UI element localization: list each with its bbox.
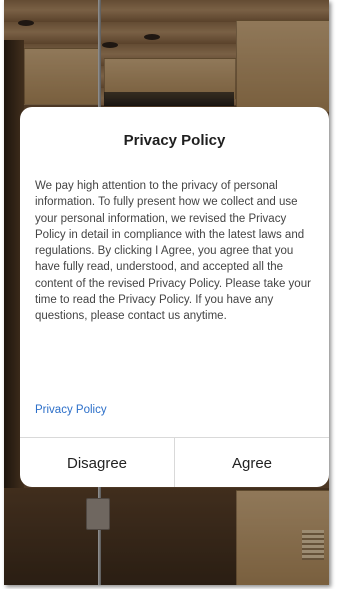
dialog-title: Privacy Policy	[123, 132, 226, 149]
agree-button[interactable]: Agree	[174, 438, 329, 487]
dialog-body-text: We pay high attention to the privacy of …	[35, 180, 311, 323]
privacy-policy-link[interactable]: Privacy Policy	[35, 404, 107, 416]
dialog-actions: Disagree Agree	[20, 437, 329, 487]
disagree-button[interactable]: Disagree	[20, 438, 174, 487]
privacy-policy-dialog: Privacy Policy We pay high attention to …	[20, 107, 329, 487]
